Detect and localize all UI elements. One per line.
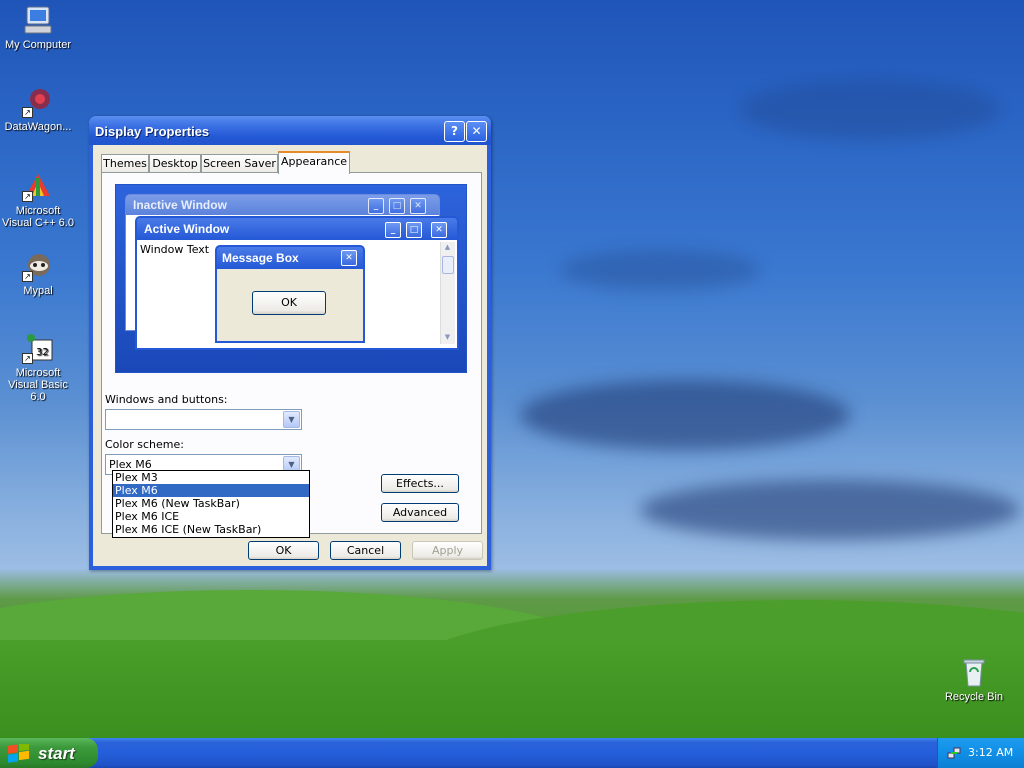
effects-button[interactable]: Effects... [381, 474, 459, 493]
desktop-icon-recycle-bin[interactable]: Recycle Bin [936, 656, 1012, 703]
ok-button[interactable]: OK [248, 541, 319, 560]
preview-scrollbar: ▲ ▼ [440, 242, 455, 344]
datawagon-icon: ↗ [22, 86, 54, 118]
cancel-button[interactable]: Cancel [330, 541, 401, 560]
visual-cpp-icon: ↗ [22, 170, 54, 202]
color-scheme-label: Color scheme: [105, 438, 184, 451]
active-window-title: Active Window [144, 222, 230, 236]
desktop-icon-label: Mypal [23, 285, 53, 297]
tab-desktop[interactable]: Desktop [149, 154, 201, 172]
desktop-icon-label: Microsoft Visual Basic 6.0 [8, 367, 68, 403]
inactive-window-title: Inactive Window [133, 198, 227, 212]
preview-ok-button: OK [252, 291, 326, 315]
list-item[interactable]: Plex M6 ICE (New TaskBar) [113, 523, 309, 536]
desktop-icon-label: Microsoft Visual C++ 6.0 [2, 205, 74, 229]
advanced-button[interactable]: Advanced [381, 503, 459, 522]
shortcut-arrow-icon: ↗ [22, 271, 33, 282]
maximize-icon: □ [406, 222, 422, 238]
desktop-icon-datawagon[interactable]: ↗ DataWagon... [0, 86, 76, 133]
start-button[interactable]: start [0, 738, 98, 768]
list-item-selected[interactable]: Plex M6 [113, 484, 309, 497]
windows-buttons-label: Windows and buttons: [105, 393, 228, 406]
close-icon: ✕ [431, 222, 447, 238]
shortcut-arrow-icon: ↗ [22, 353, 33, 364]
tab-themes[interactable]: Themes [101, 154, 149, 172]
appearance-preview: Inactive Window _ □ ✕ Active Window _ □ … [115, 184, 467, 373]
title-bar[interactable]: Display Properties ? ✕ [89, 116, 491, 145]
mypal-icon: ↗ [22, 250, 54, 282]
apply-button[interactable]: Apply [412, 541, 483, 560]
start-label: start [38, 744, 75, 763]
shortcut-arrow-icon: ↗ [22, 107, 33, 118]
desktop-icon-visual-basic[interactable]: 32 ↗ Microsoft Visual Basic 6.0 [0, 332, 76, 403]
desktop-icon-mypal[interactable]: ↗ Mypal [0, 250, 76, 297]
computer-icon [22, 4, 54, 36]
scroll-thumb [442, 256, 454, 274]
network-icon[interactable] [946, 745, 962, 764]
help-button[interactable]: ? [444, 121, 465, 142]
system-tray: 3:12 AM [937, 738, 1024, 768]
tab-appearance[interactable]: Appearance [278, 151, 350, 174]
tab-screen-saver[interactable]: Screen Saver [201, 154, 278, 172]
visual-basic-icon: 32 ↗ [22, 332, 54, 364]
windows-buttons-select[interactable]: ▼ [105, 409, 302, 430]
list-item[interactable]: Plex M6 (New TaskBar) [113, 497, 309, 510]
shortcut-arrow-icon: ↗ [22, 191, 33, 202]
desktop-icon-my-computer[interactable]: My Computer [0, 4, 76, 51]
windows-logo-icon [6, 741, 32, 767]
close-icon: ✕ [341, 250, 357, 266]
desktop-icon-label: Recycle Bin [944, 691, 1004, 703]
window-title: Display Properties [95, 124, 210, 139]
svg-text:32: 32 [36, 347, 49, 358]
desktop-icon-visual-cpp[interactable]: ↗ Microsoft Visual C++ 6.0 [0, 170, 76, 229]
maximize-icon: □ [389, 198, 405, 214]
list-item[interactable]: Plex M6 ICE [113, 510, 309, 523]
chevron-down-icon[interactable]: ▼ [283, 411, 300, 428]
scroll-down-icon: ▼ [444, 333, 451, 341]
desktop-icon-label: My Computer [4, 39, 72, 51]
desktop-icon-label: DataWagon... [4, 121, 72, 133]
minimize-icon: _ [385, 222, 401, 238]
message-box-preview: Message Box ✕ OK [215, 245, 365, 343]
close-button[interactable]: ✕ [466, 121, 487, 142]
clock[interactable]: 3:12 AM [968, 746, 1013, 759]
recycle-bin-icon [958, 656, 990, 688]
minimize-icon: _ [368, 198, 384, 214]
color-scheme-dropdown-list[interactable]: Plex M3 Plex M6 Plex M6 (New TaskBar) Pl… [112, 470, 310, 538]
message-box-title: Message Box [222, 251, 299, 265]
scroll-up-icon: ▲ [444, 243, 451, 251]
window-text-sample: Window Text [140, 243, 210, 256]
close-icon: ✕ [410, 198, 426, 214]
taskbar: start 3:12 AM [0, 738, 1024, 768]
list-item[interactable]: Plex M3 [113, 471, 309, 484]
